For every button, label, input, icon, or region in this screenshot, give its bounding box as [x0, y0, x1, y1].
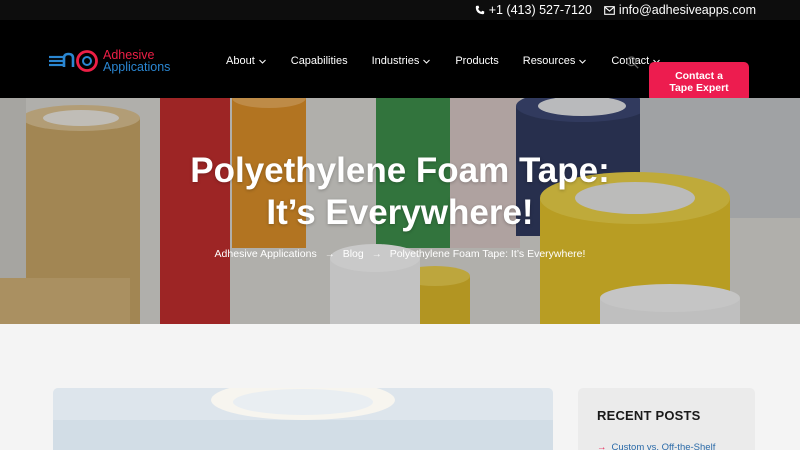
logo-line-2: Applications: [103, 60, 171, 74]
site-header: Adhesive Applications About Capabilities…: [0, 20, 800, 102]
chevron-down-icon: [258, 59, 266, 64]
site-logo[interactable]: Adhesive Applications: [49, 48, 170, 74]
contact-tape-expert-button[interactable]: Contact a Tape Expert: [649, 62, 749, 102]
phone-icon: [475, 5, 484, 15]
breadcrumb-separator-icon: →: [371, 248, 382, 260]
search-button[interactable]: [626, 56, 639, 74]
recent-posts-heading: RECENT POSTS: [597, 408, 701, 423]
breadcrumb-blog-link[interactable]: Blog: [343, 248, 364, 260]
main-nav: About Capabilities Industries Products R…: [226, 55, 685, 67]
nav-label: Resources: [522, 55, 576, 67]
top-contact-bar: +1 (413) 527-7120 info@adhesiveapps.com: [0, 0, 800, 20]
nav-label: Capabilities: [290, 55, 348, 67]
sidebar-recent-posts: RECENT POSTS → Custom vs. Off-the-Shelf: [578, 388, 755, 450]
nav-item-about[interactable]: About: [226, 55, 267, 67]
search-icon: [626, 56, 639, 69]
nav-item-resources[interactable]: Resources: [523, 55, 588, 67]
page-title: Polyethylene Foam Tape: It’s Everywhere!: [0, 150, 800, 234]
hero-banner: Polyethylene Foam Tape: It’s Everywhere!…: [0, 98, 800, 324]
chevron-down-icon: [423, 59, 431, 64]
page-title-line-2: It’s Everywhere!: [266, 193, 534, 232]
recent-post-title: Custom vs. Off-the-Shelf: [611, 442, 716, 450]
breadcrumb-separator-icon: →: [324, 248, 335, 260]
phone-number: +1 (413) 527-7120: [488, 3, 592, 17]
nav-item-products[interactable]: Products: [455, 55, 498, 67]
nav-label: About: [226, 55, 255, 67]
arrow-right-icon: →: [597, 442, 607, 450]
nav-item-capabilities[interactable]: Capabilities: [291, 55, 348, 67]
featured-image: [53, 388, 553, 450]
nav-item-industries[interactable]: Industries: [372, 55, 432, 67]
phone-link[interactable]: +1 (413) 527-7120: [475, 3, 592, 17]
cta-line-1: Contact a: [675, 70, 723, 82]
nav-label: Industries: [371, 55, 420, 67]
breadcrumb-home-link[interactable]: Adhesive Applications: [215, 248, 317, 260]
email-link[interactable]: info@adhesiveapps.com: [604, 3, 756, 17]
cta-line-2: Tape Expert: [669, 82, 729, 94]
recent-post-link[interactable]: → Custom vs. Off-the-Shelf: [597, 442, 715, 450]
page-title-line-1: Polyethylene Foam Tape:: [190, 151, 610, 190]
logo-mark-icon: [49, 50, 98, 72]
breadcrumb: Adhesive Applications → Blog → Polyethyl…: [0, 248, 800, 260]
chevron-down-icon: [579, 59, 587, 64]
main-content: RECENT POSTS → Custom vs. Off-the-Shelf: [0, 324, 800, 450]
foam-tape-roll-image: [53, 388, 553, 450]
email-address: info@adhesiveapps.com: [618, 3, 756, 17]
nav-label: Products: [455, 55, 499, 67]
envelope-icon: [604, 5, 615, 15]
breadcrumb-current-page: Polyethylene Foam Tape: It’s Everywhere!: [389, 248, 586, 260]
